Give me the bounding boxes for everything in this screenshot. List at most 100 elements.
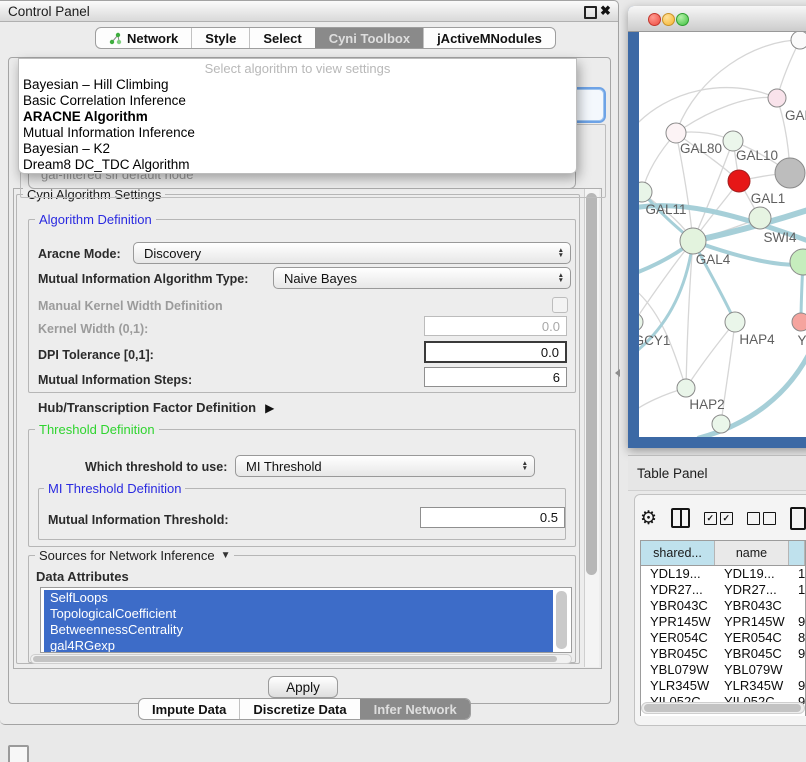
table-cell: YBL079W [641,662,715,678]
tab-network-label: Network [127,31,178,46]
attributes-scrollbar-thumb[interactable] [556,591,567,649]
checked-boxes-icon[interactable]: ✓✓ [704,512,733,525]
algorithm-option[interactable]: Bayesian – K2 [23,141,572,157]
node-SWI4[interactable] [749,207,771,229]
attribute-list-item[interactable]: SelfLoops [44,590,553,606]
node-label: HAP2 [689,397,724,412]
node-HAP4[interactable] [725,312,745,332]
algorithm-option[interactable]: ARACNE Algorithm [23,109,572,125]
attribute-list-item[interactable]: gal4RGexp [44,638,553,653]
sources-title: Sources for Network Inference [39,548,215,563]
manual-kernel-checkbox[interactable] [552,297,568,313]
table-cell: 13 [789,566,805,582]
table-row[interactable]: YDL19...YDL19...13 [641,566,805,582]
dropdown-placeholder: Select algorithm to view settings [19,61,576,76]
tab-infer-network-label: Infer Network [374,702,457,717]
minimize-traffic-light[interactable] [662,13,675,26]
table-cell: YLR345W [715,678,789,694]
tab-network[interactable]: Network [96,28,191,48]
mi-threshold-field[interactable]: 0.5 [420,507,565,528]
table-cell [789,662,805,678]
table-row[interactable]: YDR27...YDR27...12 [641,582,805,598]
tab-jactivemnodules-label: jActiveMNodules [437,31,542,46]
zoom-traffic-light[interactable] [676,13,689,26]
mi-threshold-definition-title: MI Threshold Definition [44,481,185,496]
mi-type-combobox[interactable]: Naive Bayes ▲▼ [273,267,571,289]
kernel-width-field[interactable]: 0.0 [424,316,567,336]
columns-icon[interactable] [671,508,690,528]
minimized-panel-icon[interactable] [8,745,29,762]
node-top-partial[interactable] [791,32,806,49]
control-panel-titlebar[interactable]: Control Panel ✖ [0,1,618,22]
table-row[interactable]: YER054CYER054C8. [641,630,805,646]
table-row[interactable]: YBL079WYBL079W [641,662,805,678]
table-cell: 9. [789,678,805,694]
node-GAL80[interactable] [666,123,686,143]
data-attributes-list[interactable]: SelfLoopsTopologicalCoefficientBetweenne… [40,587,572,653]
algorithm-option[interactable]: Mutual Information Inference [23,125,572,141]
apply-button[interactable]: Apply [268,676,338,698]
table-row[interactable]: YPR145WYPR145W9. [641,614,805,630]
table-panel-header: Table Panel [628,455,806,491]
node-GCY1[interactable] [639,313,643,331]
table-cell: YBR043C [715,598,789,614]
node-green-right[interactable] [790,249,806,275]
algorithm-option[interactable]: Basic Correlation Inference [23,93,572,109]
table-cell: 8. [789,630,805,646]
document-icon[interactable] [790,507,806,530]
network-window-titlebar[interactable] [628,6,806,32]
table-row[interactable]: YBR043CYBR043C [641,598,805,614]
tab-discretize-data[interactable]: Discretize Data [239,699,359,719]
column-header[interactable]: shared... [641,541,715,565]
node-GAL1[interactable] [728,170,750,192]
node-HAP2[interactable] [677,379,695,397]
dpi-tolerance-field[interactable]: 0.0 [424,341,567,363]
table-panel-title: Table Panel [637,456,708,492]
which-threshold-combobox[interactable]: MI Threshold ▲▼ [235,455,535,477]
tab-discretize-data-label: Discretize Data [253,702,346,717]
settings-scrollbar-thumb[interactable] [586,193,597,575]
tab-style[interactable]: Style [191,28,249,48]
sources-title-row[interactable]: Sources for Network Inference ▼ [35,548,234,563]
table-cell [789,598,805,614]
attributes-hscrollbar[interactable] [30,654,572,664]
column-header[interactable] [789,541,805,565]
tab-impute-data-label: Impute Data [152,702,226,717]
column-header[interactable]: name [715,541,789,565]
tab-select[interactable]: Select [249,28,314,48]
attribute-list-item[interactable]: BetweennessCentrality [44,622,553,638]
tab-infer-network[interactable]: Infer Network [360,699,470,719]
table-cell: YDL19... [641,566,715,582]
network-edge [676,40,800,133]
tab-impute-data[interactable]: Impute Data [139,699,239,719]
float-window-icon[interactable] [584,6,597,19]
aracne-mode-combobox[interactable]: Discovery ▲▼ [133,242,571,264]
algorithm-option[interactable]: Bayesian – Hill Climbing [23,77,572,93]
node-salmon-right[interactable] [792,313,806,331]
panel-resize-handle-icon[interactable] [615,369,620,377]
algorithm-option[interactable]: Dream8 DC_TDC Algorithm [23,157,572,173]
close-traffic-light[interactable] [648,13,661,26]
table-hscrollbar[interactable] [641,702,805,714]
node-gray-hub[interactable] [775,158,805,188]
node-GAL4[interactable] [680,228,706,254]
attribute-list-item[interactable]: TopologicalCoefficient [44,606,553,622]
hub-definition-expander[interactable]: Hub/Transcription Factor Definition ▶ [38,400,274,415]
unchecked-boxes-icon[interactable] [747,512,776,525]
table-row[interactable]: YBR045CYBR045C9. [641,646,805,662]
tab-jactivemnodules[interactable]: jActiveMNodules [423,28,555,48]
table-row[interactable]: YLR345WYLR345W9. [641,678,805,694]
tab-cyni-toolbox[interactable]: Cyni Toolbox [315,28,423,48]
gear-icon[interactable]: ⚙ [640,509,657,528]
mi-steps-field[interactable]: 6 [424,367,567,387]
collapse-arrow-icon: ▼ [221,550,231,561]
table-cell: YBR045C [641,646,715,662]
network-canvas[interactable]: GALGAL80GAL10GAL1GAL11SWI4GAL4GCY1HAP4YH… [639,32,806,437]
node-label: GAL80 [680,141,722,156]
node-label: Y [797,333,806,348]
close-icon[interactable]: ✖ [600,3,611,19]
node-bottom-partial[interactable] [712,415,730,433]
table-header-row: shared...name [641,541,805,566]
table-cell: YPR145W [715,614,789,630]
node-gal-pink[interactable] [768,89,786,107]
